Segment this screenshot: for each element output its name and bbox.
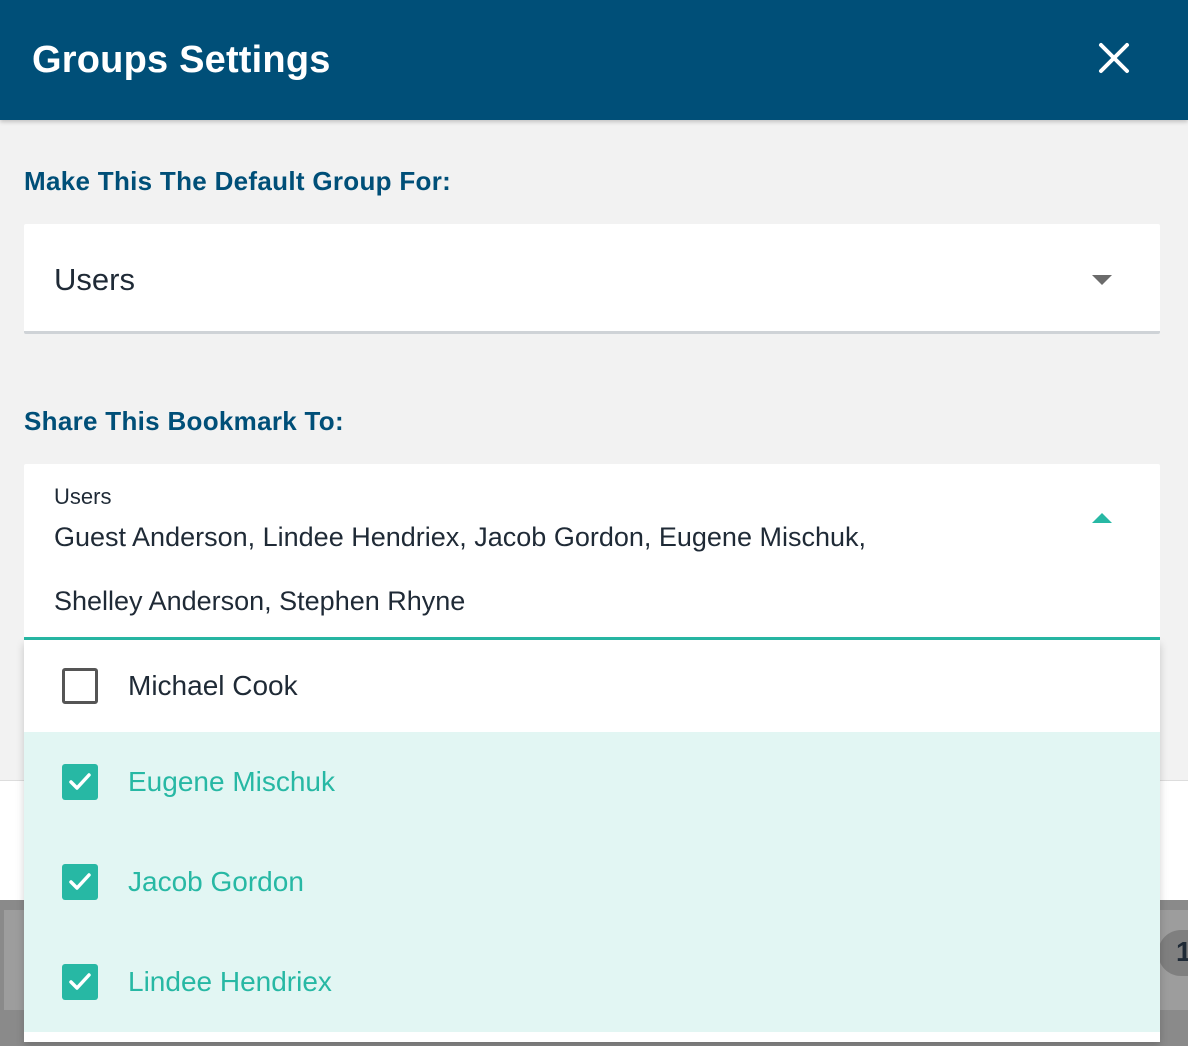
share-users-dropdown: Michael Cook Eugene Mischuk Jacob Gordon…	[24, 640, 1160, 1042]
close-button[interactable]	[1092, 36, 1136, 80]
caret-up-icon	[1092, 513, 1112, 523]
checkbox-checked-icon[interactable]	[62, 864, 98, 900]
option-label: Lindee Hendriex	[128, 966, 332, 997]
default-group-select[interactable]: Users	[24, 224, 1160, 334]
caret-down-icon	[1092, 275, 1112, 285]
selected-users-text: Shelley Anderson, Stephen Rhyne	[54, 586, 466, 616]
checkbox-checked-icon[interactable]	[62, 764, 98, 800]
option-label: Jacob Gordon	[128, 866, 304, 897]
dropdown-option-jacob-gordon[interactable]: Jacob Gordon	[24, 832, 1160, 932]
background-badge-text: 1	[1176, 936, 1188, 967]
dialog-header: Groups Settings	[0, 0, 1188, 120]
option-label: Eugene Mischuk	[128, 766, 336, 797]
default-group-label: Make This The Default Group For:	[24, 166, 452, 196]
share-users-select[interactable]: Users Guest Anderson, Lindee Hendriex, J…	[24, 464, 1160, 640]
option-label: Michael Cook	[128, 670, 298, 701]
dropdown-option-eugene-mischuk[interactable]: Eugene Mischuk	[24, 732, 1160, 832]
share-bookmark-label: Share This Bookmark To:	[24, 406, 344, 436]
close-icon	[1099, 43, 1129, 73]
default-group-value: Users	[54, 262, 135, 297]
checkbox-checked-icon[interactable]	[62, 964, 98, 1000]
share-field-label: Users	[54, 484, 112, 509]
checkbox-unchecked-icon[interactable]	[62, 668, 98, 704]
dialog-title: Groups Settings	[32, 38, 331, 81]
selected-users-text: Guest Anderson, Lindee Hendriex, Jacob G…	[54, 522, 866, 552]
dropdown-option-lindee-hendriex[interactable]: Lindee Hendriex	[24, 932, 1160, 1032]
dropdown-option-michael-cook[interactable]: Michael Cook	[24, 640, 1160, 732]
